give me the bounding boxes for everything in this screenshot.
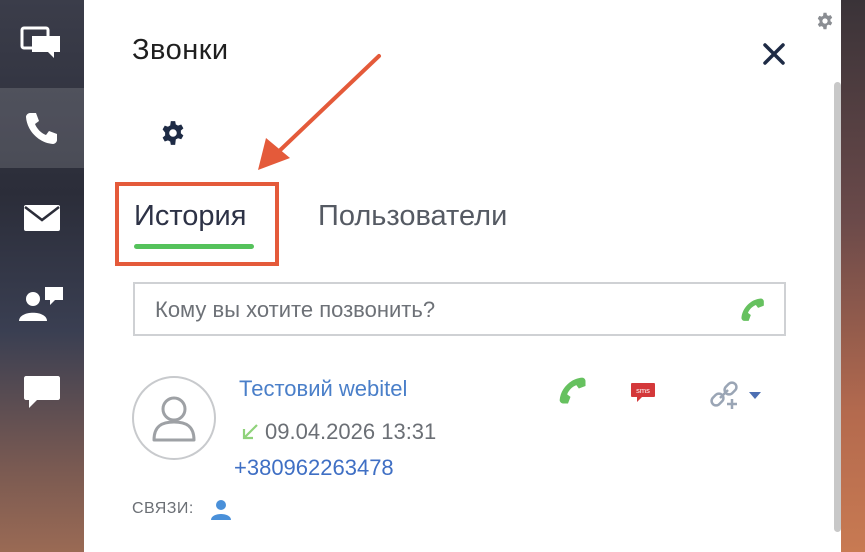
contacts-chat-icon: [19, 287, 63, 321]
sidebar-item-messages[interactable]: [0, 352, 84, 432]
app-sidebar: [0, 0, 85, 552]
contact-phone[interactable]: +380962263478: [234, 455, 394, 481]
phone-icon: [26, 113, 57, 144]
search-input[interactable]: [153, 294, 717, 326]
calls-panel: Звонки История Пользователи Тестовий web…: [84, 0, 841, 552]
user-placeholder-icon: [152, 396, 196, 442]
search-call-icon[interactable]: [740, 297, 766, 323]
close-icon[interactable]: [760, 40, 788, 68]
desktop-wallpaper: [841, 0, 865, 552]
chevron-down-icon: [749, 392, 761, 399]
settings-gear-icon[interactable]: [160, 120, 186, 146]
page-title: Звонки: [132, 34, 229, 66]
search-box: [133, 282, 786, 336]
avatar: [132, 376, 216, 460]
links-label: СВЯЗИ:: [132, 500, 194, 517]
tab-users[interactable]: Пользователи: [318, 200, 507, 233]
sidebar-item-calls[interactable]: [0, 88, 85, 168]
sidebar-item-mail[interactable]: [0, 178, 84, 258]
incoming-call-arrow-icon: [242, 424, 258, 440]
sms-label: sms: [636, 386, 650, 395]
link-contact-dropdown[interactable]: [708, 380, 762, 410]
sms-icon: sms: [631, 383, 655, 402]
sidebar-item-chats[interactable]: [0, 4, 84, 84]
linked-user-icon[interactable]: [210, 498, 232, 520]
panel-settings-gear-icon[interactable]: [816, 12, 834, 30]
annotation-arrow: [258, 54, 381, 170]
scrollbar[interactable]: [834, 82, 841, 532]
annotation-highlight-box: [115, 182, 279, 266]
sidebar-item-contacts[interactable]: [0, 264, 84, 344]
message-bubble-icon: [24, 376, 60, 408]
contact-name[interactable]: Тестовий webitel: [239, 376, 407, 402]
call-time: 09.04.2026 13:31: [265, 419, 437, 444]
call-info: 09.04.2026 13:31: [239, 419, 436, 445]
sms-button[interactable]: sms: [630, 382, 656, 409]
envelope-icon: [24, 205, 60, 231]
chat-bubbles-icon: [20, 26, 60, 58]
call-contact-icon[interactable]: [558, 376, 588, 406]
link-add-icon: [710, 381, 738, 409]
